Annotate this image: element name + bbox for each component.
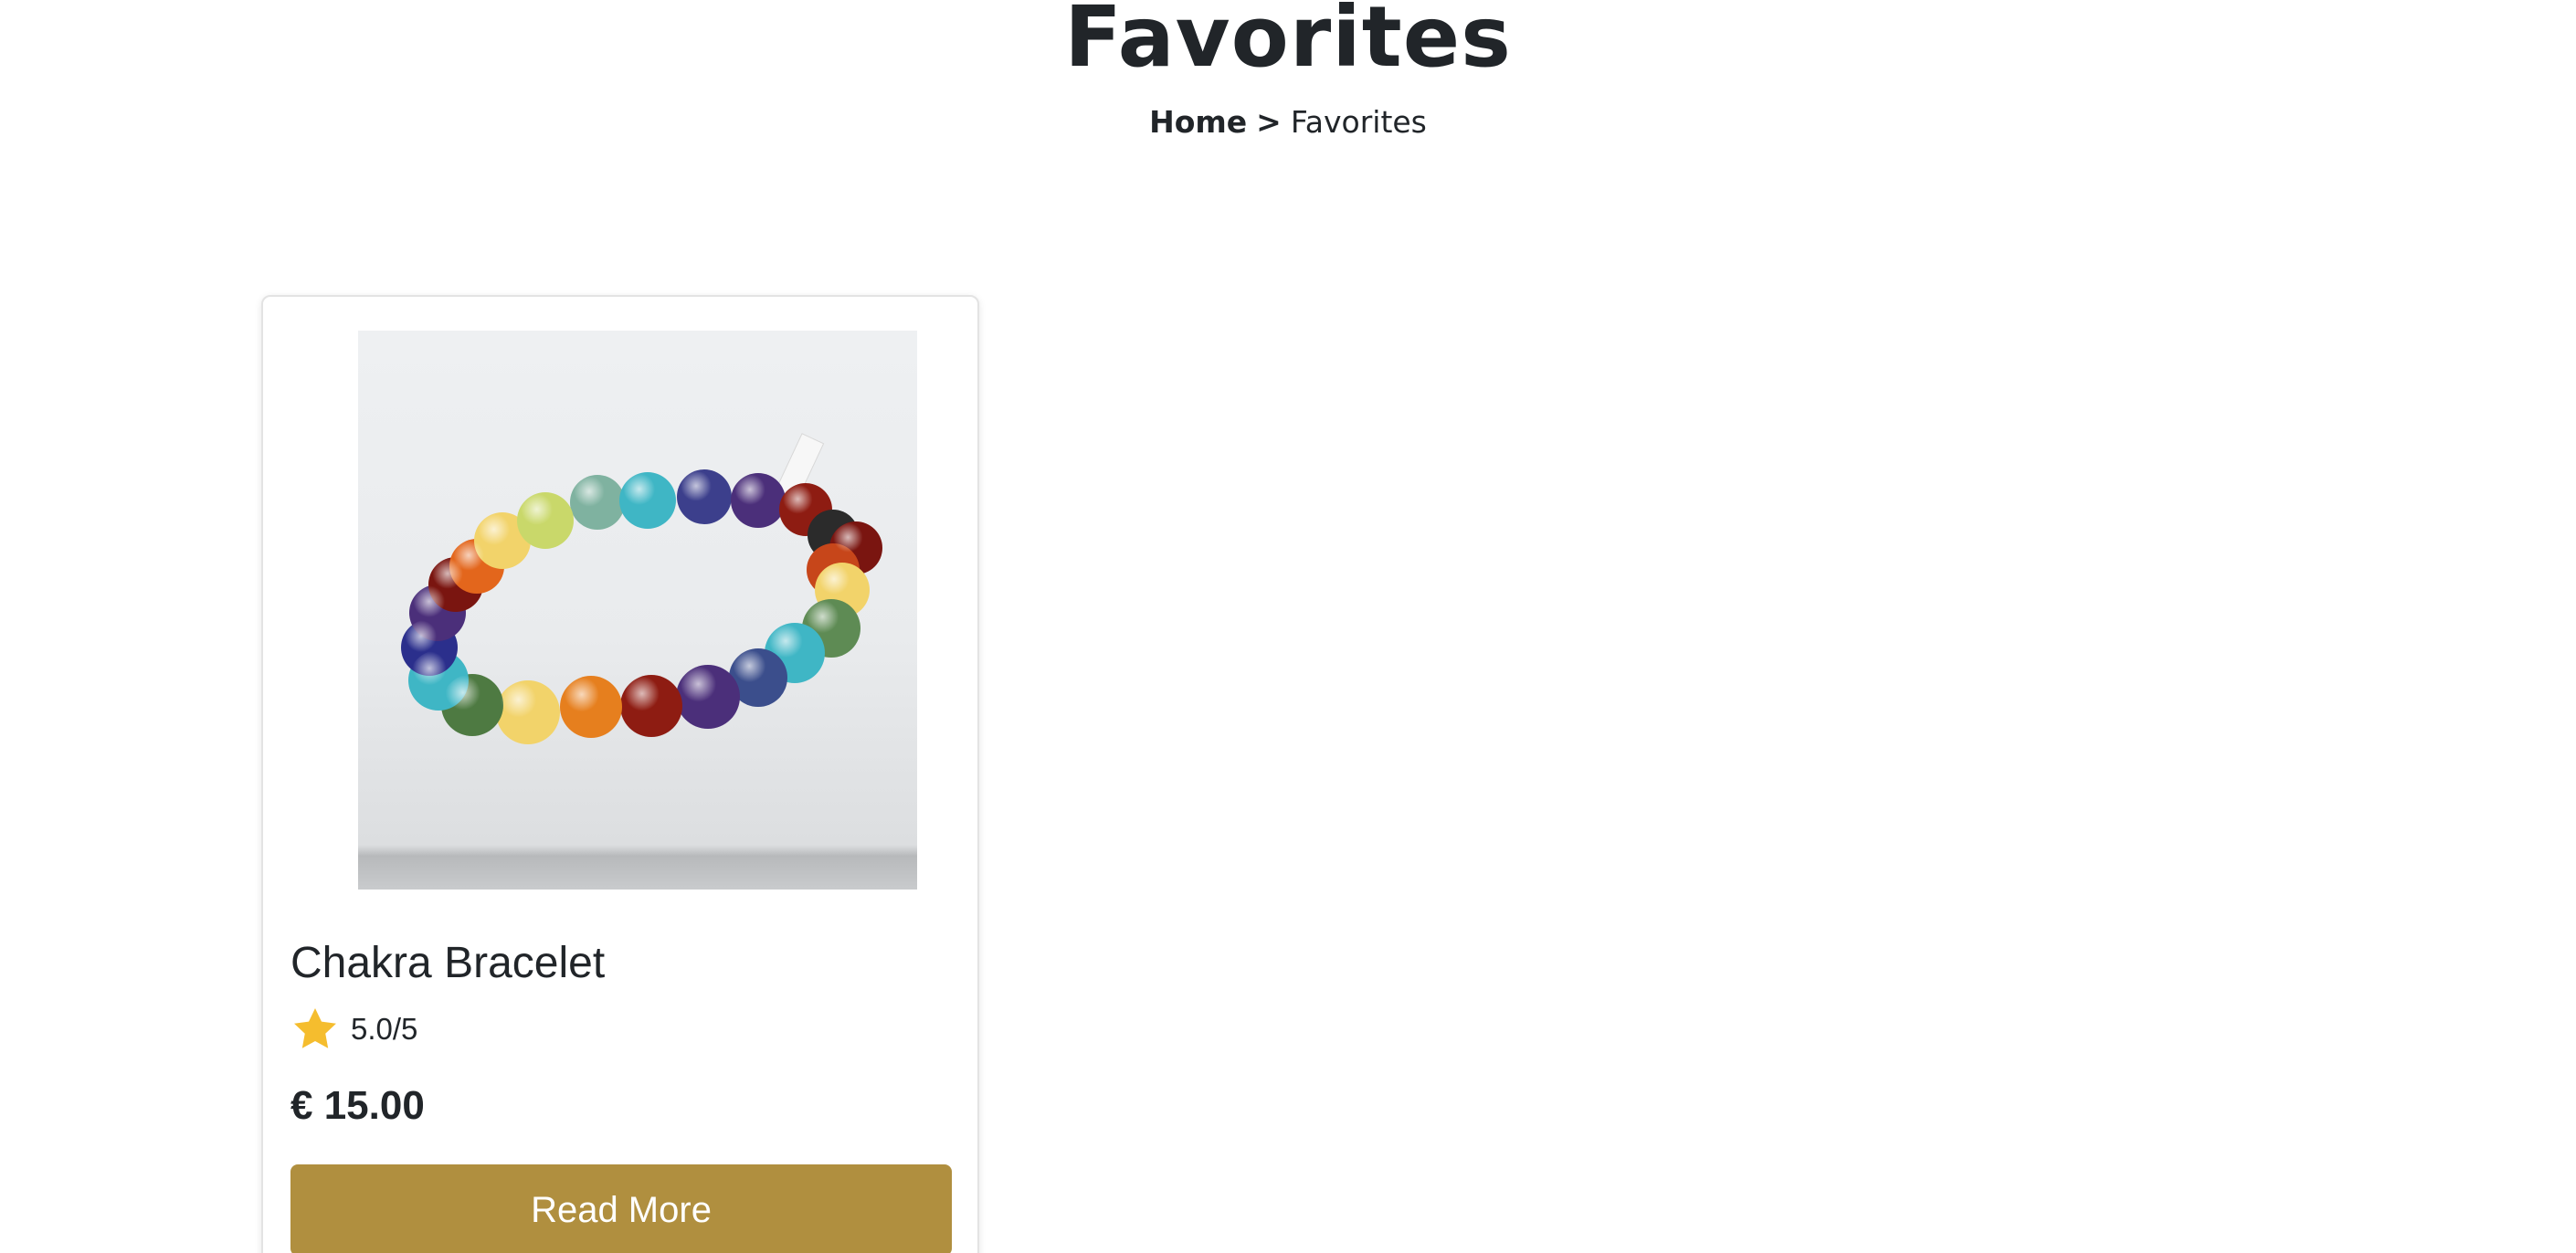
product-image[interactable] bbox=[358, 331, 917, 890]
star-icon bbox=[294, 1008, 336, 1048]
favorites-page: Favorites Home > Favorites Chakra Bracel… bbox=[0, 0, 2576, 1253]
breadcrumb-current: Favorites bbox=[1290, 104, 1427, 140]
product-card: Chakra Bracelet 5.0/5 € 15.00 Read More bbox=[261, 295, 979, 1253]
read-more-button[interactable]: Read More bbox=[290, 1164, 952, 1253]
page-title: Favorites bbox=[1064, 0, 1512, 86]
product-title[interactable]: Chakra Bracelet bbox=[290, 936, 605, 991]
breadcrumb-separator: > bbox=[1256, 104, 1282, 140]
product-rating: 5.0/5 bbox=[290, 1004, 417, 1055]
breadcrumb-home-link[interactable]: Home bbox=[1149, 104, 1247, 140]
rating-value: 5.0/5 bbox=[351, 1012, 418, 1046]
breadcrumb: Home > Favorites bbox=[0, 100, 2576, 144]
bracelet-photo-icon bbox=[401, 433, 882, 744]
product-price: € 15.00 bbox=[290, 1083, 425, 1128]
